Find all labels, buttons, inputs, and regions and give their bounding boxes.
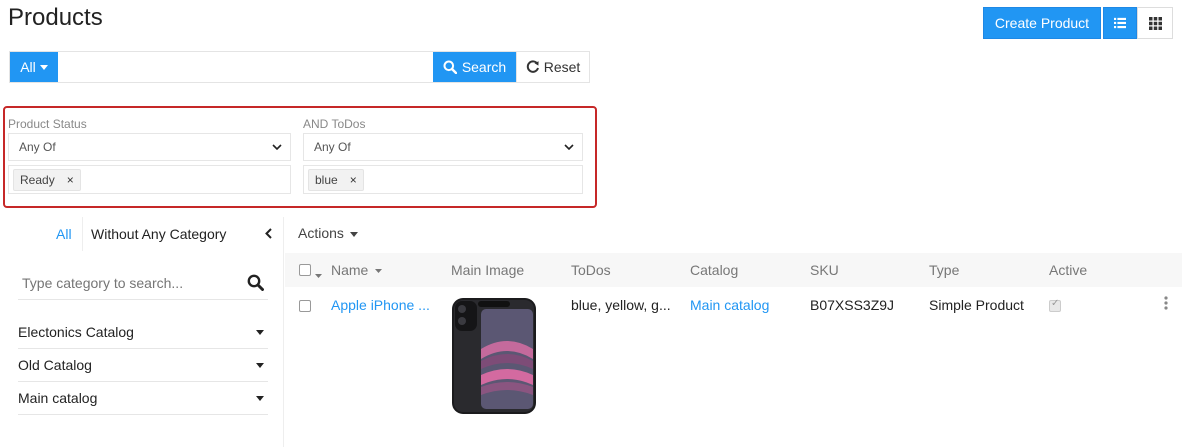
column-header-main-image: Main Image: [451, 262, 525, 278]
caret-down-icon[interactable]: [256, 362, 264, 368]
reset-icon: [526, 60, 539, 73]
search-icon: [443, 60, 457, 74]
catalog-item[interactable]: Old Catalog: [18, 349, 268, 382]
category-search-input[interactable]: [18, 274, 228, 291]
tag-label: blue: [315, 172, 338, 187]
caret-down-icon: [39, 64, 48, 70]
tab-all[interactable]: All: [56, 226, 72, 242]
product-sku: B07XSS3Z9J: [810, 297, 895, 313]
category-sidebar: All Without Any Category Electonics Cata…: [0, 217, 284, 447]
search-scope-dropdown[interactable]: All: [10, 52, 58, 82]
product-status-operator: Any Of: [19, 140, 56, 154]
product-status-tags-input[interactable]: Ready ×: [8, 165, 291, 194]
remove-tag-icon[interactable]: ×: [350, 173, 357, 187]
catalog-item[interactable]: Main catalog: [18, 382, 268, 415]
product-status-filter: Product Status Any Of Ready ×: [8, 116, 291, 194]
create-product-button[interactable]: Create Product: [983, 7, 1101, 39]
todos-filter: AND ToDos Any Of blue ×: [303, 116, 583, 194]
actions-label: Actions: [298, 225, 344, 241]
table-header: Name Main Image ToDos Catalog SKU Type A…: [285, 253, 1182, 287]
sort-caret-icon: [375, 269, 383, 274]
search-bar: All Search Reset: [9, 51, 590, 83]
column-header-active: Active: [1049, 262, 1088, 278]
chevron-left-icon[interactable]: [265, 227, 272, 242]
todos-operator-select[interactable]: Any Of: [303, 133, 583, 161]
column-header-type: Type: [929, 262, 960, 278]
chevron-down-icon: [272, 144, 282, 150]
filter-tag: Ready ×: [13, 168, 81, 191]
tab-divider: [82, 217, 83, 251]
tag-label: Ready: [20, 172, 55, 187]
products-table-area: Actions Name Main Image ToDos Catalog SK…: [285, 217, 1182, 447]
tab-without-category[interactable]: Without Any Category: [91, 226, 226, 242]
search-input[interactable]: [58, 52, 433, 82]
product-image[interactable]: [451, 297, 537, 418]
active-checkbox: [1049, 298, 1061, 315]
search-icon[interactable]: [247, 274, 264, 291]
search-button-label: Search: [461, 59, 507, 75]
column-header-todos: ToDos: [571, 262, 611, 278]
caret-down-icon: [349, 231, 358, 237]
todos-filter-label: AND ToDos: [303, 117, 366, 131]
product-catalog-link[interactable]: Main catalog: [690, 297, 769, 313]
column-header-name[interactable]: Name: [331, 262, 383, 278]
catalog-item-label: Main catalog: [18, 390, 98, 406]
todos-operator: Any Of: [314, 140, 351, 154]
table-row: Apple iPhone ... blue, yellow, g... Main…: [285, 287, 1182, 427]
catalog-item[interactable]: Electonics Catalog: [18, 316, 268, 349]
filter-tag: blue ×: [308, 168, 364, 191]
row-menu-icon[interactable]: [1164, 296, 1168, 310]
reset-button[interactable]: Reset: [516, 52, 589, 82]
todos-tags-input[interactable]: blue ×: [303, 165, 583, 194]
caret-down-icon[interactable]: [256, 395, 264, 401]
product-type: Simple Product: [929, 297, 1024, 313]
catalog-item-label: Old Catalog: [18, 357, 92, 373]
select-all-caret-icon[interactable]: [315, 265, 322, 281]
remove-tag-icon[interactable]: ×: [67, 173, 74, 187]
category-search: [18, 266, 268, 300]
search-button[interactable]: Search: [433, 52, 516, 82]
product-name-link[interactable]: Apple iPhone ...: [331, 297, 430, 313]
catalog-list: Electonics Catalog Old Catalog Main cata…: [18, 316, 268, 415]
list-icon: [1114, 17, 1126, 29]
column-label: Name: [331, 262, 369, 278]
sidebar-tabs: All Without Any Category: [0, 217, 284, 251]
select-all-checkbox[interactable]: [299, 263, 311, 279]
column-header-sku: SKU: [810, 262, 839, 278]
product-status-operator-select[interactable]: Any Of: [8, 133, 291, 161]
product-todos: blue, yellow, g...: [571, 297, 671, 313]
product-status-label: Product Status: [8, 117, 87, 131]
grid-icon: [1148, 16, 1162, 30]
search-scope-label: All: [20, 59, 36, 75]
top-actions: Create Product: [983, 7, 1173, 39]
caret-down-icon[interactable]: [256, 329, 264, 335]
list-view-button[interactable]: [1103, 7, 1137, 39]
reset-button-label: Reset: [543, 59, 581, 75]
actions-dropdown[interactable]: Actions: [298, 225, 358, 241]
row-checkbox[interactable]: [299, 299, 311, 315]
page-title: Products: [8, 4, 103, 31]
filter-panel: Product Status Any Of Ready × AND ToDos …: [3, 106, 597, 208]
grid-view-button[interactable]: [1137, 7, 1173, 39]
column-header-catalog: Catalog: [690, 262, 739, 278]
chevron-down-icon: [564, 144, 574, 150]
catalog-item-label: Electonics Catalog: [18, 324, 134, 340]
